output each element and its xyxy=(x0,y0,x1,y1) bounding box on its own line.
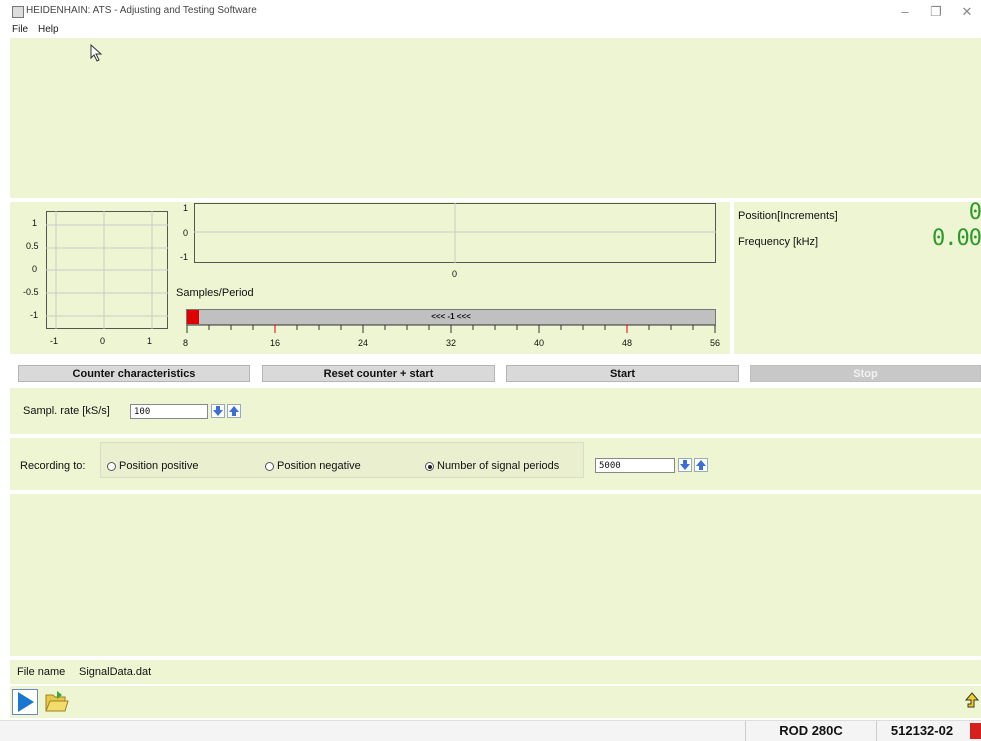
lissajous-plot xyxy=(46,211,168,329)
xy-ytick: -0.5 xyxy=(23,287,39,297)
play-icon xyxy=(18,692,34,712)
xy-ytick: 0 xyxy=(32,264,38,274)
signal-periods-input[interactable]: 5000 xyxy=(595,458,675,473)
radio-label: Position negative xyxy=(277,460,361,472)
sample-rate-increase-button[interactable] xyxy=(227,404,241,418)
radio-label: Number of signal periods xyxy=(437,460,560,472)
position-value: 0 xyxy=(968,200,981,225)
menu-bar: File Help xyxy=(0,24,981,38)
exit-arrow-icon xyxy=(964,692,980,708)
frequency-label: Frequency [kHz] xyxy=(738,236,819,248)
sample-rate-decrease-button[interactable] xyxy=(211,404,225,418)
close-icon[interactable]: ✕ xyxy=(957,4,977,20)
sample-rate-label: Sampl. rate [kS/s] xyxy=(23,405,110,417)
arrow-up-icon xyxy=(229,406,239,416)
radio-number-of-signal-periods[interactable] xyxy=(425,462,434,471)
xy-xtick: 0 xyxy=(100,336,106,346)
wave-xtick: 0 xyxy=(452,269,458,279)
restore-icon[interactable]: ❐ xyxy=(926,4,946,20)
menu-file[interactable]: File xyxy=(12,24,28,35)
start-button[interactable]: Start xyxy=(506,365,739,382)
folder-icon xyxy=(45,691,69,712)
device-model: ROD 280C xyxy=(745,721,876,741)
recording-label: Recording to: xyxy=(20,460,86,472)
stop-button[interactable]: Stop xyxy=(750,365,981,382)
periods-decrease-button[interactable] xyxy=(678,458,692,472)
scale-tick: 16 xyxy=(270,338,281,348)
xy-ytick: 1 xyxy=(32,218,38,228)
sample-rate-input[interactable]: 100 xyxy=(130,404,208,419)
toolbar-panel xyxy=(10,686,981,718)
gauge-scale xyxy=(186,325,716,333)
wave-ytick: -1 xyxy=(180,252,189,262)
wave-ytick: 1 xyxy=(183,203,189,213)
menu-help[interactable]: Help xyxy=(38,24,59,35)
readout-panel: Position[Increments] 0 Frequency [kHz] 0… xyxy=(734,200,981,354)
file-name-label: File name xyxy=(17,666,66,678)
xy-xtick: 1 xyxy=(147,336,153,346)
device-id: 512132-02 xyxy=(876,721,967,741)
scale-tick: 24 xyxy=(358,338,369,348)
file-name-panel: File name SignalData.dat xyxy=(10,660,981,684)
scale-tick: 48 xyxy=(622,338,633,348)
xy-ytick: 0.5 xyxy=(26,241,39,251)
radio-position-negative[interactable] xyxy=(265,462,274,471)
status-bar: ROD 280C 512132-02 xyxy=(0,720,981,741)
arrow-down-icon xyxy=(680,460,690,470)
mouse-cursor-icon xyxy=(90,44,103,62)
arrow-up-icon xyxy=(696,460,706,470)
radio-position-positive[interactable] xyxy=(107,462,116,471)
exit-button[interactable] xyxy=(964,691,980,711)
status-indicator-icon xyxy=(970,723,981,739)
scale-tick: 40 xyxy=(534,338,545,348)
position-label: Position[Increments] xyxy=(738,210,838,222)
gauge-text: <<< -1 <<< xyxy=(431,312,471,321)
sample-rate-panel: Sampl. rate [kS/s] 100 xyxy=(10,388,981,434)
scale-tick: 32 xyxy=(446,338,457,348)
frequency-value: 0.00 xyxy=(932,226,981,251)
play-button[interactable] xyxy=(12,689,38,715)
waveform-plot xyxy=(194,203,716,263)
recording-panel: Recording to: Position positive Position… xyxy=(10,438,981,490)
empty-panel xyxy=(10,494,981,656)
radio-label: Position positive xyxy=(119,460,199,472)
xy-ytick: -1 xyxy=(30,310,39,320)
xy-xtick: -1 xyxy=(50,336,59,346)
scope-panel: 1 0.5 0 -0.5 -1 -1 0 1 1 0 -1 0 Samples/… xyxy=(10,202,730,354)
scale-tick: 8 xyxy=(183,338,189,348)
app-icon xyxy=(12,6,24,18)
arrow-down-icon xyxy=(213,406,223,416)
periods-increase-button[interactable] xyxy=(694,458,708,472)
top-panel xyxy=(10,38,981,198)
samples-period-label: Samples/Period xyxy=(176,287,254,299)
scale-tick: 56 xyxy=(710,338,721,348)
file-name-value: SignalData.dat xyxy=(79,666,152,678)
reset-counter-start-button[interactable]: Reset counter + start xyxy=(262,365,495,382)
minimize-icon[interactable]: – xyxy=(895,4,915,20)
samples-period-gauge: <<< -1 <<< xyxy=(186,309,716,325)
wave-ytick: 0 xyxy=(183,228,189,238)
counter-characteristics-button[interactable]: Counter characteristics xyxy=(18,365,250,382)
open-folder-button[interactable] xyxy=(43,689,69,715)
window-title: HEIDENHAIN: ATS - Adjusting and Testing … xyxy=(26,5,257,16)
title-bar: HEIDENHAIN: ATS - Adjusting and Testing … xyxy=(0,0,981,24)
